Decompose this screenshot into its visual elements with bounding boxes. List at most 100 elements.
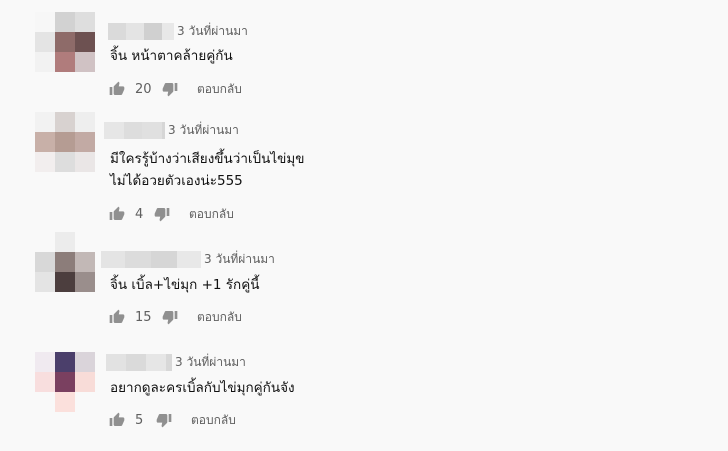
like-button[interactable] — [108, 308, 126, 326]
author-name[interactable] — [101, 251, 201, 268]
comment-timestamp[interactable]: 3 วันที่ผ่านมา — [177, 22, 248, 41]
name-blur-block — [124, 122, 142, 139]
avatar-pixel — [55, 112, 75, 132]
like-count: 4 — [135, 206, 144, 222]
avatar-pixel — [75, 12, 95, 32]
avatar-pixel — [55, 132, 75, 152]
author-name[interactable] — [108, 23, 174, 40]
avatar-pixel — [35, 32, 55, 52]
name-blur-block — [101, 251, 125, 268]
avatar-pixel — [75, 252, 95, 272]
dislike-button[interactable] — [161, 80, 179, 98]
comment-header: 3 วันที่ผ่านมา — [106, 353, 246, 372]
name-blur-block — [177, 251, 201, 268]
name-blur-block — [126, 23, 144, 40]
comment-text-line: อยากดูละครเบิ้ลกับไข่มุกคู่กันจัง — [110, 380, 295, 396]
avatar-pixel — [75, 392, 95, 412]
avatar-pixel — [75, 232, 95, 252]
avatar-pixel — [75, 132, 95, 152]
avatar-pixel — [35, 272, 55, 292]
thumbs-up-icon — [109, 309, 125, 323]
comment-text: มีใครรู้บ้างว่าเสียงขึ้นว่าเป็นไข่มุข ไม… — [110, 148, 304, 192]
author-name[interactable] — [106, 354, 172, 371]
avatar-pixel — [55, 232, 75, 252]
like-button[interactable] — [108, 80, 126, 98]
avatar[interactable] — [35, 112, 95, 172]
avatar-pixel — [75, 352, 95, 372]
avatar-pixel — [55, 372, 75, 392]
comment-text: อยากดูละครเบิ้ลกับไข่มุกคู่กันจัง — [110, 377, 295, 399]
avatar-pixel — [55, 392, 75, 412]
thumbs-down-icon — [162, 311, 178, 325]
like-count: 15 — [135, 309, 152, 325]
avatar-pixel — [55, 32, 75, 52]
comment-actions: 15 ตอบกลับ — [108, 307, 242, 327]
avatar-pixel — [55, 152, 75, 172]
like-button[interactable] — [108, 411, 126, 429]
comment-timestamp[interactable]: 3 วันที่ผ่านมา — [168, 121, 239, 140]
avatar-pixel — [35, 392, 55, 412]
reply-button[interactable]: ตอบกลับ — [197, 80, 242, 99]
comment-text-line: จิ้น หน้าตาคล้ายคู่กัน — [110, 48, 233, 64]
avatar-pixel — [35, 112, 55, 132]
name-blur-block — [125, 251, 151, 268]
avatar-pixel — [35, 372, 55, 392]
like-count: 20 — [135, 81, 152, 97]
name-blur-block — [104, 122, 124, 139]
like-button[interactable] — [108, 205, 126, 223]
comment-header: 3 วันที่ผ่านมา — [101, 250, 275, 269]
comment-timestamp[interactable]: 3 วันที่ผ่านมา — [175, 353, 246, 372]
name-blur-block — [151, 251, 177, 268]
name-blur-block — [108, 23, 126, 40]
name-blur-block — [144, 23, 162, 40]
comment-actions: 5 ตอบกลับ — [108, 410, 236, 430]
avatar-pixel — [55, 12, 75, 32]
avatar-pixel — [35, 232, 55, 252]
author-name[interactable] — [104, 122, 165, 139]
thumbs-down-icon — [154, 208, 170, 222]
name-blur-block — [162, 122, 165, 139]
thumbs-up-icon — [109, 412, 125, 426]
thumbs-down-icon — [156, 414, 172, 428]
avatar-pixel — [75, 32, 95, 52]
avatar-pixel — [75, 52, 95, 72]
thumbs-down-icon — [162, 83, 178, 97]
comment-text-line: มีใครรู้บ้างว่าเสียงขึ้นว่าเป็นไข่มุข — [110, 151, 305, 167]
comment-actions: 20 ตอบกลับ — [108, 79, 242, 99]
avatar-pixel — [55, 252, 75, 272]
avatar-pixel — [75, 152, 95, 172]
dislike-button[interactable] — [153, 205, 171, 223]
avatar-pixel — [75, 372, 95, 392]
name-blur-block — [126, 354, 146, 371]
avatar[interactable] — [35, 352, 95, 412]
name-blur-block — [162, 23, 174, 40]
avatar-pixel — [55, 352, 75, 372]
avatar-pixel — [75, 272, 95, 292]
avatar-pixel — [35, 352, 55, 372]
comment-header: 3 วันที่ผ่านมา — [104, 121, 239, 140]
comment-text-line: จิ้น เบิ้ล+ไข่มุก +1 รักคู่นี้ — [110, 277, 260, 293]
avatar-pixel — [35, 252, 55, 272]
avatar-pixel — [35, 52, 55, 72]
reply-button[interactable]: ตอบกลับ — [197, 308, 242, 327]
thumbs-up-icon — [109, 206, 125, 220]
dislike-button[interactable] — [161, 308, 179, 326]
avatar[interactable] — [35, 232, 95, 292]
reply-button[interactable]: ตอบกลับ — [191, 411, 236, 430]
comment-text-line: ไม่ได้อวยตัวเองน่ะ555 — [110, 173, 243, 189]
dislike-button[interactable] — [155, 411, 173, 429]
name-blur-block — [106, 354, 126, 371]
avatar-pixel — [55, 52, 75, 72]
thumbs-up-icon — [109, 81, 125, 95]
avatar-pixel — [35, 132, 55, 152]
avatar-pixel — [55, 272, 75, 292]
name-blur-block — [166, 354, 172, 371]
comment-timestamp[interactable]: 3 วันที่ผ่านมา — [204, 250, 275, 269]
avatar-pixel — [35, 152, 55, 172]
avatar[interactable] — [35, 12, 95, 72]
comment-text: จิ้น หน้าตาคล้ายคู่กัน — [110, 45, 233, 67]
avatar-pixel — [75, 112, 95, 132]
comment-text: จิ้น เบิ้ล+ไข่มุก +1 รักคู่นี้ — [110, 274, 259, 296]
avatar-pixel — [35, 12, 55, 32]
reply-button[interactable]: ตอบกลับ — [189, 205, 234, 224]
